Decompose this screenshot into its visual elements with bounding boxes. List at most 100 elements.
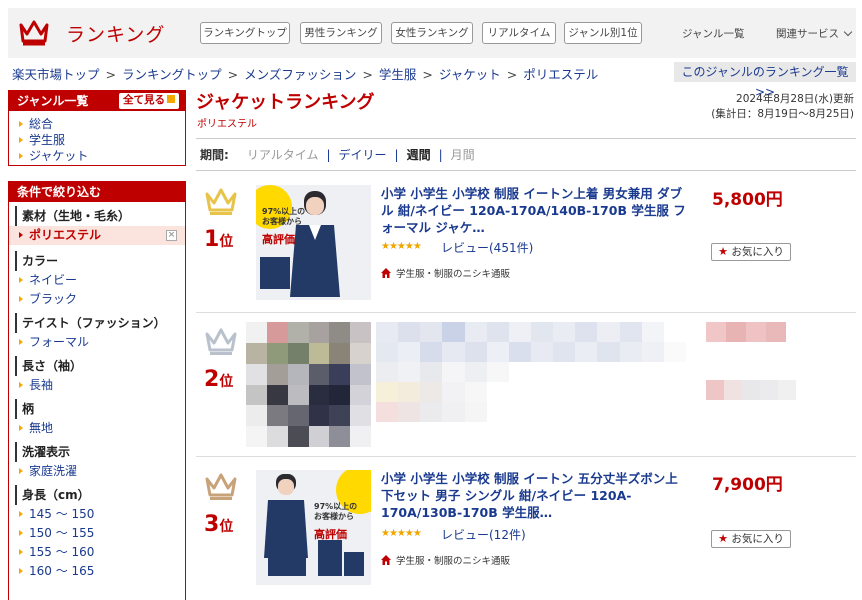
genre-ranking-list-link[interactable]: このジャンルのランキング一覧 >> <box>674 62 856 99</box>
filter-item-height[interactable]: 145 ～ 150 <box>15 505 179 524</box>
genre-item-overall[interactable]: 総合 <box>9 116 185 132</box>
blurred-favorite <box>706 380 796 400</box>
filter-group-title: 柄 <box>15 399 179 419</box>
shop-name: 学生服・制服のニシキ通販 <box>396 556 511 567</box>
breadcrumb-item[interactable]: ポリエステル <box>523 67 598 82</box>
filter-box-title: 条件で絞り込む <box>9 182 185 202</box>
filter-group-title: テイスト（ファッション） <box>15 313 179 333</box>
filter-box: 条件で絞り込む 素材（生地・毛糸） ポリエステル × カラー ネイビー ブラック … <box>8 181 186 600</box>
arrow-square-icon <box>167 95 175 103</box>
period-monthly: 月間 <box>450 148 475 162</box>
see-all-label: 全て見る <box>123 94 165 106</box>
breadcrumb-item[interactable]: メンズファッション <box>244 67 356 82</box>
rank-value: 1 <box>204 227 220 252</box>
aggregation-period: (集計日：8月19日～8月25日) <box>711 108 854 120</box>
page-title: ジャケットランキング <box>196 92 375 113</box>
nav-realtime[interactable]: リアルタイム <box>482 22 556 44</box>
filter-group-taste: テイスト（ファッション） フォーマル <box>15 313 179 352</box>
thumb-badge-line: 97%以上の <box>262 207 306 216</box>
filter-item-plain[interactable]: 無地 <box>15 419 179 438</box>
see-all-button[interactable]: 全て見る <box>119 93 179 109</box>
product-price: 5,800円 <box>712 190 783 210</box>
filter-item-height[interactable]: 160 ～ 165 <box>15 562 179 581</box>
shop-house-icon <box>381 555 391 565</box>
filter-group-title: カラー <box>15 251 179 271</box>
rank-value: 2 <box>204 367 220 392</box>
rank-number: 1位 <box>204 227 233 252</box>
product-title[interactable]: 小学 小学生 小学校 制服 イートン上着 男女兼用 ダブル 紺/ネイビー 120… <box>381 185 686 236</box>
filter-group-title: 素材（生地・毛糸） <box>15 206 179 226</box>
shop-link[interactable]: 学生服・制服のニシキ通販 <box>381 553 510 567</box>
related-services-menu[interactable]: 関連サービス <box>776 26 853 41</box>
nav-male-ranking[interactable]: 男性ランキング <box>300 22 382 44</box>
product-title[interactable]: 小学 小学生 小学校 制服 イートン 五分丈半ズボン上下セット 男子 シングル … <box>381 470 686 521</box>
genre-item-jacket[interactable]: ジャケット <box>9 148 185 164</box>
filter-item-height[interactable]: 155 ～ 160 <box>15 543 179 562</box>
filter-group-pattern: 柄 無地 <box>15 399 179 438</box>
nav-genre-first[interactable]: ジャンル別1位 <box>564 22 642 44</box>
blurred-product-image <box>246 322 371 447</box>
filter-item-navy[interactable]: ネイビー <box>15 271 179 290</box>
blurred-price <box>706 322 786 342</box>
bronze-crown-icon <box>205 473 237 500</box>
period-tabs: 期間: リアルタイム | デイリー | 週間 | 月間 <box>200 146 475 163</box>
nav-ranking-top[interactable]: ランキングトップ <box>200 22 290 44</box>
genre-box: ジャンル一覧 全て見る 総合 学生服 ジャケット <box>8 90 186 166</box>
filter-group-sleeve: 長さ（袖） 長袖 <box>15 356 179 395</box>
product-price: 7,900円 <box>712 475 783 495</box>
blurred-product-info <box>376 322 686 422</box>
rank-item-3: 3位 97%以上の お客様から 高評価 小学 小学生 小学校 制服 イートン 五… <box>196 470 856 590</box>
review-link[interactable]: レビュー(12件) <box>441 526 526 543</box>
breadcrumb-sep: > <box>362 67 373 82</box>
remove-filter-icon[interactable]: × <box>166 230 177 241</box>
crown-logo-icon[interactable] <box>18 17 50 47</box>
filter-item-black[interactable]: ブラック <box>15 290 179 309</box>
rank-suffix: 位 <box>219 374 234 390</box>
thumb-badge-line: 97%以上の <box>314 502 358 511</box>
header: ランキング ランキングトップ 男性ランキング 女性ランキング リアルタイム ジャ… <box>8 8 856 58</box>
breadcrumb-item[interactable]: ジャケット <box>439 67 501 82</box>
genre-box-title: ジャンル一覧 全て見る <box>9 91 185 111</box>
period-weekly[interactable]: 週間 <box>407 148 431 162</box>
thumb-badge: 97%以上の お客様から 高評価 <box>262 207 305 248</box>
filter-group-material: 素材（生地・毛糸） ポリエステル × <box>9 206 185 245</box>
rank-suffix: 位 <box>219 519 234 535</box>
review-link[interactable]: レビュー(451件) <box>441 239 533 256</box>
divider <box>196 456 856 457</box>
rating-stars-icon: ★★★★★ <box>381 528 422 539</box>
period-realtime: リアルタイム <box>246 148 319 162</box>
product-thumbnail[interactable]: 97%以上の お客様から 高評価 <box>256 470 371 585</box>
filter-item-height[interactable]: 150 ～ 155 <box>15 524 179 543</box>
filter-item-home-wash[interactable]: 家庭洗濯 <box>15 462 179 481</box>
thumb-badge-highlight: 高評価 <box>314 528 347 541</box>
shop-name: 学生服・制服のニシキ通販 <box>396 269 511 280</box>
genre-item-school-uniform[interactable]: 学生服 <box>9 132 185 148</box>
nav-female-ranking[interactable]: 女性ランキング <box>391 22 473 44</box>
product-thumbnail[interactable]: 97%以上の お客様から 高評価 <box>256 185 371 300</box>
thumb-badge-highlight: 高評価 <box>262 233 295 246</box>
divider <box>196 138 856 139</box>
shop-link[interactable]: 学生服・制服のニシキ通販 <box>381 266 510 280</box>
genre-box-title-text: ジャンル一覧 <box>17 94 89 108</box>
filter-item-formal[interactable]: フォーマル <box>15 333 179 352</box>
filter-item-long-sleeve[interactable]: 長袖 <box>15 376 179 395</box>
star-icon: ★ <box>718 245 729 258</box>
breadcrumb-item[interactable]: 楽天市場トップ <box>12 67 100 82</box>
add-favorite-button[interactable]: ★ お気に入り <box>711 530 791 548</box>
add-favorite-button[interactable]: ★ お気に入り <box>711 243 791 261</box>
filter-item-polyester-selected[interactable]: ポリエステル × <box>9 226 185 245</box>
logo-text[interactable]: ランキング <box>66 20 165 47</box>
breadcrumb-sep: > <box>506 67 518 82</box>
breadcrumb-item[interactable]: 学生服 <box>379 67 417 82</box>
genre-list-link[interactable]: ジャンル一覧 <box>682 26 744 41</box>
breadcrumb-item[interactable]: ランキングトップ <box>122 67 222 82</box>
shop-house-icon <box>381 268 391 278</box>
filter-item-label: ポリエステル <box>29 228 102 242</box>
thumb-badge: 97%以上の お客様から 高評価 <box>314 502 357 543</box>
favorite-label: お気に入り <box>731 533 784 545</box>
chevron-down-icon <box>843 27 853 37</box>
update-date-line: 2024年8月28日(水)更新 <box>736 93 854 105</box>
star-icon: ★ <box>718 532 729 545</box>
rank-value: 3 <box>204 512 220 537</box>
period-daily[interactable]: デイリー <box>339 148 387 162</box>
